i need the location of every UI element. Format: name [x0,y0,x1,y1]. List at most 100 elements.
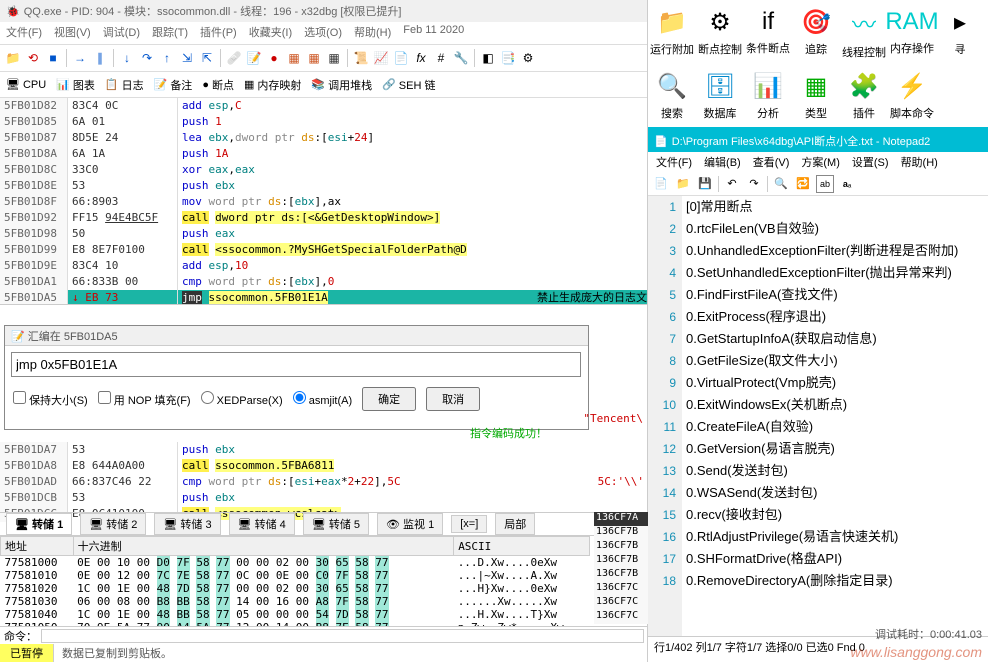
cancel-button[interactable]: 取消 [426,387,480,411]
text-line[interactable]: 0.CreateFileA(自效验) [686,416,988,438]
ribbon-脚本命令[interactable]: ⚡脚本命令 [888,64,936,128]
dump-tab[interactable]: 🖥 转储 4 [229,513,295,535]
dump-tab[interactable]: 🖥 转储 3 [154,513,220,535]
bp-icon[interactable]: ● [265,49,283,67]
hex-dump[interactable]: 地址十六进制ASCII775810000E 00 10 00 D0 7F 58 … [0,536,590,626]
ribbon-追踪[interactable]: 🎯追踪 [792,0,840,64]
menu-item[interactable]: 选项(O) [304,24,342,42]
pause-icon[interactable]: ∥ [91,49,109,67]
tab-SEH 链[interactable]: 🔗SEH 链 [382,77,435,93]
np-replace-icon[interactable]: 🔁 [794,175,812,193]
dump-tab[interactable]: 🖥 转储 5 [303,513,369,535]
np-word-icon[interactable]: ab [816,175,834,193]
text-line[interactable]: 0.SetUnhandledExceptionFilter(抛出异常来判) [686,262,988,284]
keep-size-checkbox[interactable]: 保持大小(S) [13,391,88,408]
text-line[interactable]: 0.recv(接收封包) [686,504,988,526]
note-icon[interactable]: 📝 [245,49,263,67]
menu-item[interactable]: 跟踪(T) [152,24,188,42]
handle-icon[interactable]: 🔧 [452,49,470,67]
text-line[interactable]: 0.rtcFileLen(VB自效验) [686,218,988,240]
ribbon-搜索[interactable]: 🔍搜索 [648,64,696,128]
ok-button[interactable]: 确定 [362,387,416,411]
text-line[interactable]: 0.GetVersion(易语言脱壳) [686,438,988,460]
fx-icon[interactable]: fx [412,49,430,67]
ribbon-线程控制[interactable]: 〰线程控制 [840,0,888,64]
disasm-continued[interactable]: 5FB01DA753push ebx5FB01DA8E8 644A0A00cal… [0,442,648,522]
text-line[interactable]: 0.RemoveDirectoryA(删除指定目录) [686,570,988,592]
var-icon[interactable]: 📄 [392,49,410,67]
open-icon[interactable]: 📁 [4,49,22,67]
xedparse-radio[interactable]: XEDParse(X) [201,391,283,407]
asmjit-radio[interactable]: asmjit(A) [293,391,352,407]
step-out-icon[interactable]: ↑ [158,49,176,67]
menu-item[interactable]: 视图(V) [54,24,91,42]
step-over-icon[interactable]: ↷ [138,49,156,67]
tab-备注[interactable]: 📝备注 [154,77,193,93]
ribbon-运行附加[interactable]: 📁运行附加 [648,0,696,64]
tab-调用堆栈[interactable]: 📚调用堆栈 [311,77,372,93]
ribbon-类型[interactable]: ▦类型 [792,64,840,128]
ribbon-寻[interactable]: ▸寻 [936,0,984,64]
ribbon-断点控制[interactable]: ⚙断点控制 [696,0,744,64]
np-undo-icon[interactable]: ↶ [723,175,741,193]
text-line[interactable]: 0.GetFileSize(取文件大小) [686,350,988,372]
text-line[interactable]: 0.SHFormatDrive(格盘API) [686,548,988,570]
np-menu-item[interactable]: 编辑(B) [704,154,741,170]
np-menu-item[interactable]: 文件(F) [656,154,692,170]
disassembly-view[interactable]: 5FB01D8283C4 0Cadd esp,C5FB01D856A 01pus… [0,98,647,305]
graph-icon[interactable]: ◧ [479,49,497,67]
np-find-icon[interactable]: 🔍 [772,175,790,193]
text-line[interactable]: [0]常用断点 [686,196,988,218]
dump-tab[interactable]: [x=] [451,515,487,533]
command-input[interactable] [41,629,644,643]
np-menu-item[interactable]: 设置(S) [852,154,889,170]
ribbon-插件[interactable]: 🧩插件 [840,64,888,128]
text-line[interactable]: 0.VirtualProtect(Vmp脱壳) [686,372,988,394]
np-open-icon[interactable]: 📁 [674,175,692,193]
grid1-icon[interactable]: ▦ [285,49,303,67]
dump-tab[interactable]: 🖥 转储 1 [6,513,72,535]
text-line[interactable]: 0.Send(发送封包) [686,460,988,482]
refresh-icon[interactable]: ⟲ [24,49,42,67]
text-line[interactable]: 0.UnhandledExceptionFilter(判断进程是否附加) [686,240,988,262]
patch-icon[interactable]: 🩹 [225,49,243,67]
dump-tab[interactable]: 🖥 转储 2 [80,513,146,535]
tab-日志[interactable]: 📋日志 [105,77,144,93]
hash-icon[interactable]: # [432,49,450,67]
menu-item[interactable]: 帮助(H) [354,24,391,42]
dump-tab[interactable]: 👁 监视 1 [377,513,443,535]
tab-断点[interactable]: ●断点 [202,77,234,93]
text-line[interactable]: 0.ExitProcess(程序退出) [686,306,988,328]
trace-into-icon[interactable]: ⇲ [178,49,196,67]
tab-CPU[interactable]: 🖥CPU [6,78,46,91]
menu-item[interactable]: 插件(P) [200,24,237,42]
ref-icon[interactable]: 📑 [499,49,517,67]
stop-icon[interactable]: ■ [44,49,62,67]
menu-item[interactable]: 文件(F) [6,24,42,42]
assemble-input[interactable] [11,352,581,377]
text-line[interactable]: 0.GetStartupInfoA(获取启动信息) [686,328,988,350]
ribbon-条件断点[interactable]: if条件断点 [744,0,792,64]
tab-图表[interactable]: 📊图表 [56,77,95,93]
stack-view[interactable]: 136CF7A136CF7B136CF7B136CF7B136CF7B136CF… [594,512,648,624]
np-menu-item[interactable]: 方案(M) [801,154,840,170]
text-line[interactable]: 0.FindFirstFileA(查找文件) [686,284,988,306]
ribbon-分析[interactable]: 📊分析 [744,64,792,128]
grid2-icon[interactable]: ▦ [305,49,323,67]
nop-fill-checkbox[interactable]: 用 NOP 填充(F) [98,391,191,408]
ribbon-内存操作[interactable]: RAM内存操作 [888,0,936,64]
text-line[interactable]: 0.WSASend(发送封包) [686,482,988,504]
ribbon-数据库[interactable]: 🗄数据库 [696,64,744,128]
notepad-text[interactable]: [0]常用断点0.rtcFileLen(VB自效验)0.UnhandledExc… [682,196,988,636]
menu-item[interactable]: 调试(D) [103,24,140,42]
np-menu-item[interactable]: 帮助(H) [901,154,938,170]
text-line[interactable]: 0.RtlAdjustPrivilege(易语言快速关机) [686,526,988,548]
chart-icon[interactable]: 📈 [372,49,390,67]
script-icon[interactable]: 📜 [352,49,370,67]
text-line[interactable]: 0.ExitWindowsEx(关机断点) [686,394,988,416]
menu-item[interactable]: Feb 11 2020 [403,24,464,42]
grid3-icon[interactable]: ▦ [325,49,343,67]
tab-内存映射[interactable]: ▦内存映射 [244,77,301,93]
np-new-icon[interactable]: 📄 [652,175,670,193]
np-save-icon[interactable]: 💾 [696,175,714,193]
